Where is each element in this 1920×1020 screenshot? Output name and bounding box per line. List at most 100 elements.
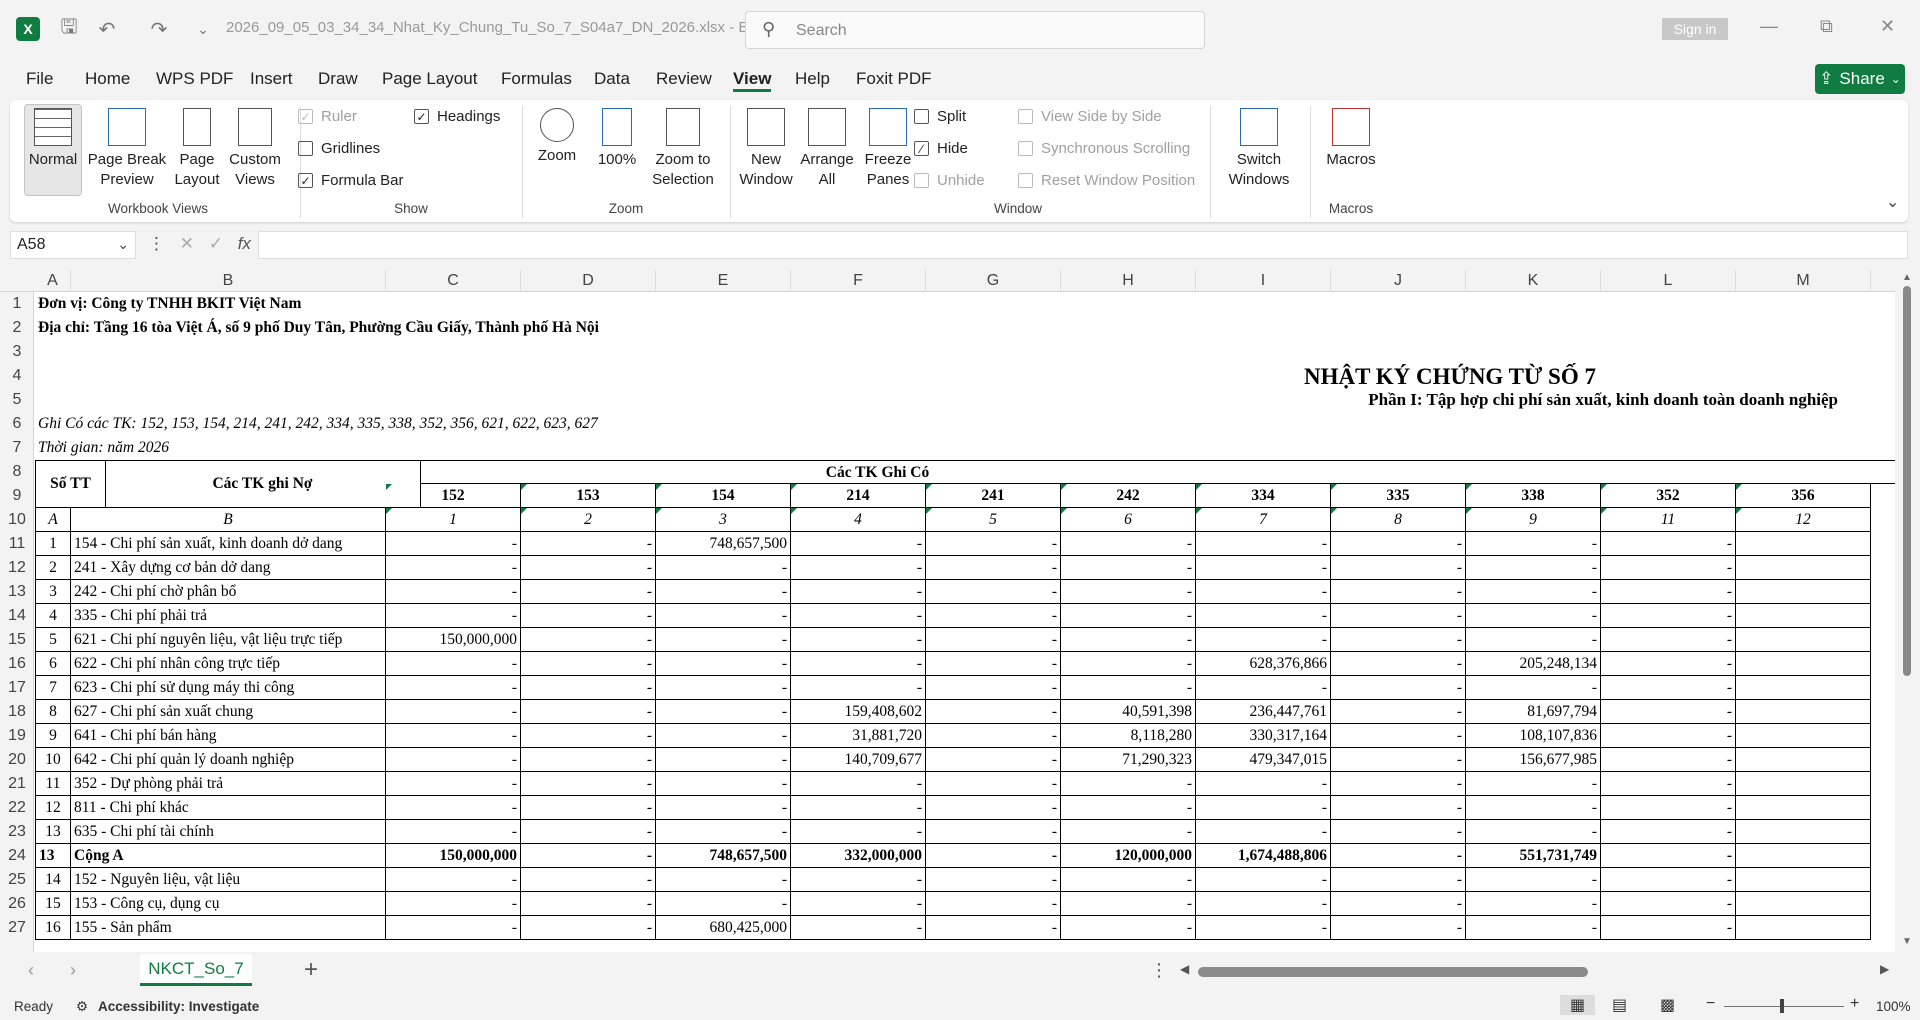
row-account-name[interactable]: 635 - Chi phí tài chính [71, 820, 386, 844]
row-value[interactable]: - [1601, 604, 1736, 628]
row-value[interactable]: 236,447,761 [1196, 700, 1331, 724]
row-value[interactable]: - [1196, 604, 1331, 628]
row-account-name[interactable]: 621 - Chi phí nguyên liệu, vật liệu trực… [71, 628, 386, 652]
row-value[interactable]: - [1331, 892, 1466, 916]
row-value[interactable]: - [1331, 676, 1466, 700]
row-value[interactable]: 120,000,000 [1061, 844, 1196, 868]
row-value[interactable]: - [1466, 604, 1601, 628]
row-value[interactable]: - [1466, 628, 1601, 652]
row-value[interactable]: - [656, 556, 791, 580]
tab-data[interactable]: Data [594, 69, 630, 89]
col-number[interactable]: 2 [521, 508, 656, 532]
address-text[interactable]: Địa chỉ: Tầng 16 tòa Việt Á, số 9 phố Du… [35, 316, 1035, 340]
row-value[interactable]: - [656, 604, 791, 628]
account-col-header[interactable]: 356 [1736, 484, 1871, 508]
zoom-in-icon[interactable]: + [1850, 995, 1859, 1013]
normal-view-icon[interactable]: ▦ [1560, 995, 1596, 1015]
column-header-j[interactable]: J [1331, 270, 1466, 292]
row-value[interactable]: - [791, 796, 926, 820]
row-account-name[interactable]: 811 - Chi phí khác [71, 796, 386, 820]
row-value[interactable]: - [1601, 868, 1736, 892]
row-value[interactable]: - [926, 604, 1061, 628]
row-value[interactable]: - [1601, 820, 1736, 844]
column-header-f[interactable]: F [791, 270, 926, 292]
row-value[interactable] [1736, 796, 1871, 820]
row-account-name[interactable]: Cộng A [71, 844, 386, 868]
row-header-24[interactable]: 24 [0, 844, 34, 868]
row-value[interactable]: - [1331, 532, 1466, 556]
row-value[interactable]: - [1196, 916, 1331, 940]
row-account-name[interactable]: 241 - Xây dựng cơ bản dở dang [71, 556, 386, 580]
row-value[interactable]: - [521, 820, 656, 844]
row-stt[interactable]: 15 [35, 892, 71, 916]
row-value[interactable]: - [1466, 796, 1601, 820]
row-value[interactable]: - [926, 580, 1061, 604]
row-value[interactable]: - [386, 916, 521, 940]
row-value[interactable]: - [656, 892, 791, 916]
row-value[interactable]: 71,290,323 [1061, 748, 1196, 772]
row-value[interactable]: - [1466, 676, 1601, 700]
column-header-k[interactable]: K [1466, 270, 1601, 292]
row-value[interactable]: - [386, 892, 521, 916]
row-value[interactable]: - [521, 676, 656, 700]
row-value[interactable] [1736, 844, 1871, 868]
row-header-11[interactable]: 11 [0, 532, 34, 556]
macros-button[interactable]: Macros [1318, 108, 1384, 170]
row-value[interactable] [1736, 868, 1871, 892]
row-value[interactable]: - [521, 916, 656, 940]
row-value[interactable]: 31,881,720 [791, 724, 926, 748]
row-value[interactable]: - [1061, 916, 1196, 940]
row-value[interactable] [1736, 532, 1871, 556]
column-header-e[interactable]: E [656, 270, 791, 292]
tab-wps-pdf[interactable]: WPS PDF [156, 69, 233, 89]
row-stt[interactable]: 5 [35, 628, 71, 652]
row-value[interactable]: - [791, 772, 926, 796]
row-stt[interactable]: 4 [35, 604, 71, 628]
row-value[interactable] [1736, 916, 1871, 940]
row-header-23[interactable]: 23 [0, 820, 34, 844]
row-value[interactable]: - [656, 700, 791, 724]
row-value[interactable] [1736, 748, 1871, 772]
row-value[interactable]: - [1196, 556, 1331, 580]
row-stt[interactable]: 9 [35, 724, 71, 748]
row-header-1[interactable]: 1 [0, 292, 34, 316]
row-header-14[interactable]: 14 [0, 604, 34, 628]
row-value[interactable]: - [1601, 724, 1736, 748]
row-value[interactable]: 108,107,836 [1466, 724, 1601, 748]
tab-foxit-pdf[interactable]: Foxit PDF [856, 69, 932, 89]
row-value[interactable] [1736, 724, 1871, 748]
row-stt[interactable]: 13 [35, 820, 71, 844]
row-header-10[interactable]: 10 [0, 508, 34, 532]
column-header-m[interactable]: M [1736, 270, 1871, 292]
undo-icon[interactable]: ↶ [96, 18, 118, 41]
row-value[interactable]: 748,657,500 [656, 844, 791, 868]
row-value[interactable]: - [521, 580, 656, 604]
row-value[interactable]: - [1061, 796, 1196, 820]
row-value[interactable]: - [791, 892, 926, 916]
row-value[interactable]: - [1466, 868, 1601, 892]
col-number[interactable]: 11 [1601, 508, 1736, 532]
row-stt[interactable]: 11 [35, 772, 71, 796]
add-sheet-icon[interactable]: + [304, 956, 318, 984]
row-value[interactable]: - [791, 532, 926, 556]
row-value[interactable]: - [1196, 628, 1331, 652]
row-account-name[interactable]: 623 - Chi phí sử dụng máy thi công [71, 676, 386, 700]
row-header-20[interactable]: 20 [0, 748, 34, 772]
row-value[interactable]: - [926, 700, 1061, 724]
row-value[interactable]: - [791, 580, 926, 604]
row-value[interactable]: - [1061, 892, 1196, 916]
row-value[interactable]: - [1061, 676, 1196, 700]
row-value[interactable]: - [926, 820, 1061, 844]
row-header-19[interactable]: 19 [0, 724, 34, 748]
account-col-header[interactable]: 335 [1331, 484, 1466, 508]
col-number[interactable]: 6 [1061, 508, 1196, 532]
row-header-8[interactable]: 8 [0, 460, 34, 484]
row-value[interactable]: - [1601, 580, 1736, 604]
row-value[interactable]: 479,347,015 [1196, 748, 1331, 772]
row-value[interactable]: - [386, 772, 521, 796]
row-header-15[interactable]: 15 [0, 628, 34, 652]
row-value[interactable]: - [521, 532, 656, 556]
row-value[interactable]: - [386, 604, 521, 628]
row-account-name[interactable]: 335 - Chi phí phải trả [71, 604, 386, 628]
col-number[interactable]: 12 [1736, 508, 1871, 532]
